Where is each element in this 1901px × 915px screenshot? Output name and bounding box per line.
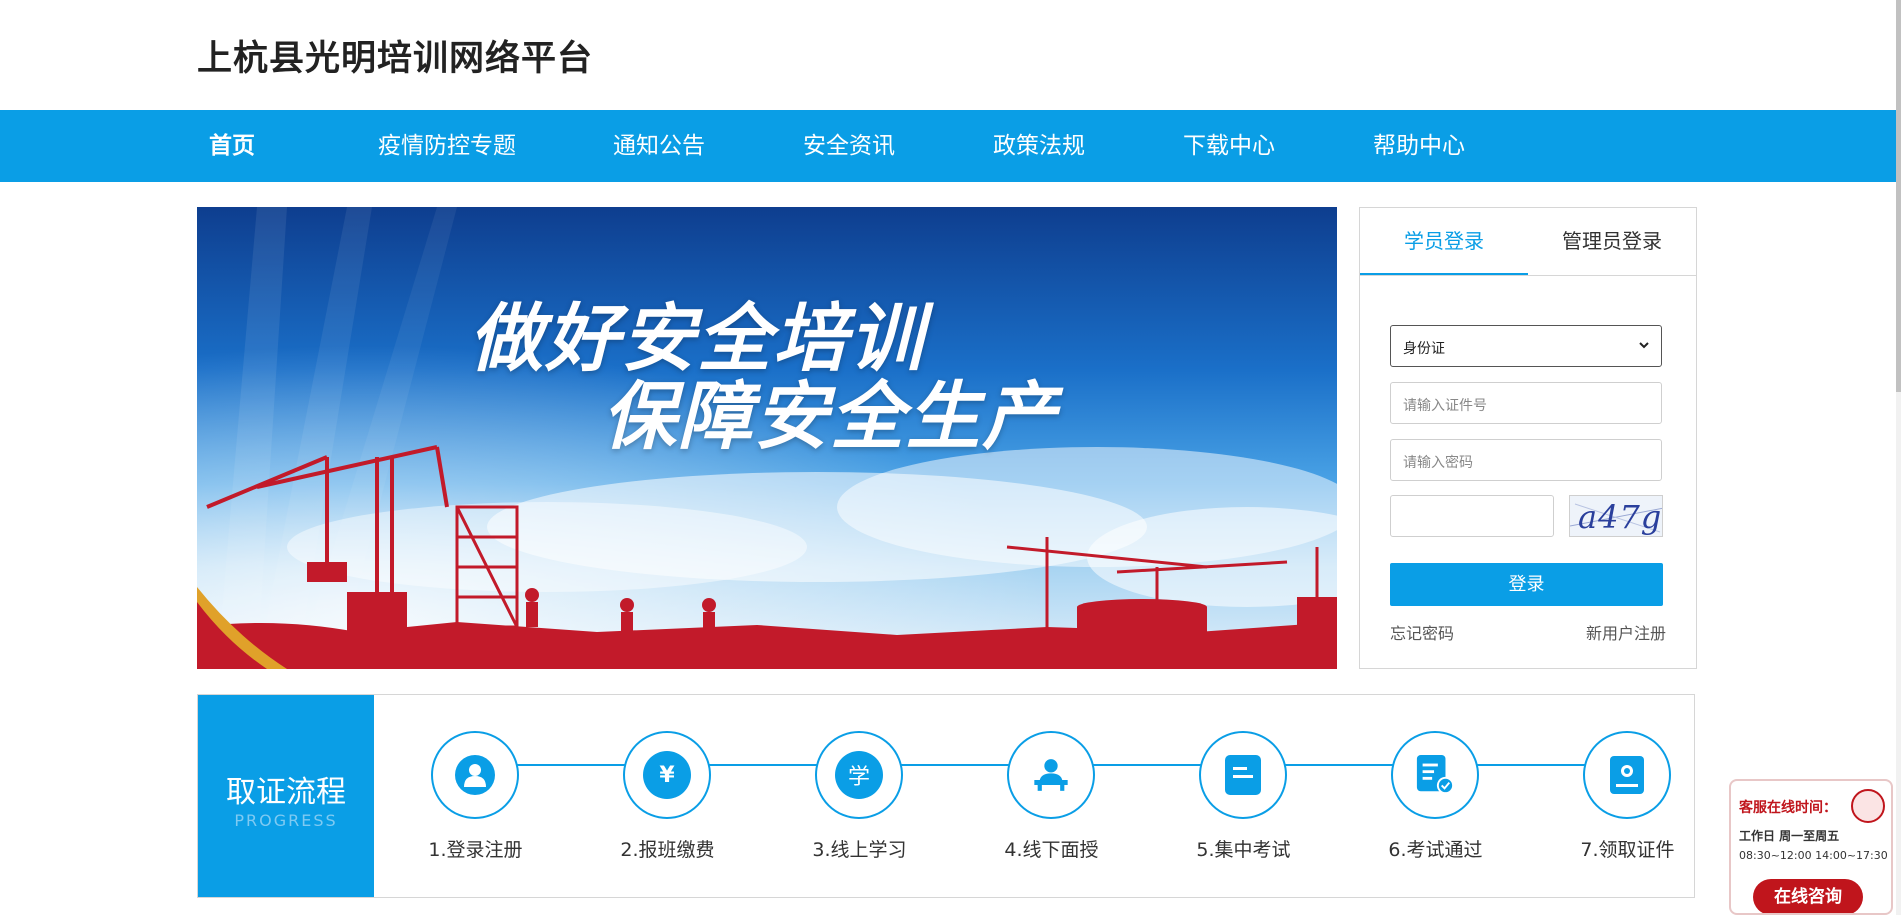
- step-label: 2.报班缴费: [620, 839, 715, 861]
- nav-item-home[interactable]: 首页: [209, 110, 255, 182]
- step-circle: [1583, 731, 1671, 819]
- service-agent-icon: [1851, 789, 1885, 823]
- study-glyph: 学: [847, 765, 870, 790]
- chevron-down-icon: [1639, 342, 1649, 349]
- service-title: 客服在线时间：: [1739, 800, 1837, 816]
- progress-subtitle: PROGRESS: [234, 811, 338, 830]
- id-type-select[interactable]: 身份证: [1390, 325, 1662, 367]
- nav-item-policies[interactable]: 政策法规: [993, 110, 1085, 182]
- password-input[interactable]: 请输入密码: [1390, 439, 1662, 481]
- step-label: 5.集中考试: [1196, 839, 1291, 861]
- login-tabs: 学员登录 管理员登录: [1360, 208, 1696, 276]
- login-button[interactable]: 登录: [1390, 563, 1663, 606]
- step-circle: [1391, 731, 1479, 819]
- service-hours-time: 08:30~12:00 14:00~17:30: [1739, 849, 1888, 862]
- user-icon: [455, 755, 495, 795]
- nav-item-safety-news[interactable]: 安全资讯: [803, 110, 895, 182]
- certification-progress: 取证流程 PROGRESS 1.登录注册 ¥ 2.报班缴费 学 3.线上学习 4…: [197, 694, 1695, 898]
- step-circle: 学: [815, 731, 903, 819]
- main-nav: 首页 疫情防控专题 通知公告 安全资讯 政策法规 下载中心 帮助中心: [0, 110, 1896, 182]
- page-scrollbar[interactable]: [1896, 0, 1901, 915]
- online-service-widget: 客服在线时间： 工作日 周一至周五 08:30~12:00 14:00~17:3…: [1729, 779, 1893, 915]
- step-circle: ¥: [623, 731, 711, 819]
- login-panel: 学员登录 管理员登录 身份证 请输入证件号 请输入密码 a47g 登录 忘记密码…: [1359, 207, 1697, 669]
- nav-item-notices[interactable]: 通知公告: [613, 110, 705, 182]
- service-hours-days: 工作日 周一至周五: [1739, 829, 1840, 843]
- progress-title: 取证流程: [226, 775, 346, 810]
- yuan-icon: ¥: [643, 751, 691, 799]
- site-title: 上杭县光明培训网络平台: [197, 39, 594, 79]
- password-placeholder: 请输入密码: [1403, 455, 1473, 471]
- classroom-icon: [1031, 755, 1071, 795]
- captcha-input[interactable]: [1390, 495, 1554, 537]
- progress-header: 取证流程 PROGRESS: [198, 695, 374, 897]
- certificate-icon: [1607, 755, 1647, 795]
- yuan-symbol: ¥: [659, 762, 675, 788]
- online-consult-button[interactable]: 在线咨询: [1753, 879, 1863, 913]
- register-link[interactable]: 新用户注册: [1586, 620, 1666, 644]
- step-label: 1.登录注册: [428, 839, 523, 861]
- id-number-input[interactable]: 请输入证件号: [1390, 382, 1662, 424]
- id-number-placeholder: 请输入证件号: [1403, 398, 1487, 414]
- nav-item-help[interactable]: 帮助中心: [1373, 110, 1465, 182]
- checked-document-icon: [1415, 755, 1455, 795]
- step-label: 3.线上学习: [812, 839, 907, 861]
- scrollbar-thumb[interactable]: [1896, 0, 1901, 392]
- step-label: 6.考试通过: [1388, 839, 1483, 861]
- tab-student-login[interactable]: 学员登录: [1360, 208, 1528, 275]
- tab-admin-login[interactable]: 管理员登录: [1528, 208, 1696, 275]
- captcha-text: a47g: [1578, 498, 1663, 536]
- hero-banner: 做好安全培训 保障安全生产: [197, 207, 1337, 669]
- study-icon: 学: [835, 751, 883, 799]
- banner-slogan-line2: 保障安全生产: [602, 374, 1058, 460]
- id-type-selected: 身份证: [1403, 341, 1445, 357]
- exam-paper-icon: [1223, 755, 1263, 795]
- step-label: 7.领取证件: [1580, 839, 1675, 861]
- captcha-image[interactable]: a47g: [1569, 495, 1663, 537]
- step-circle: [1199, 731, 1287, 819]
- step-circle: [1007, 731, 1095, 819]
- forgot-password-link[interactable]: 忘记密码: [1390, 620, 1454, 644]
- step-label: 4.线下面授: [1004, 839, 1099, 861]
- step-circle: [431, 731, 519, 819]
- nav-item-downloads[interactable]: 下载中心: [1183, 110, 1275, 182]
- nav-item-epidemic[interactable]: 疫情防控专题: [378, 110, 516, 182]
